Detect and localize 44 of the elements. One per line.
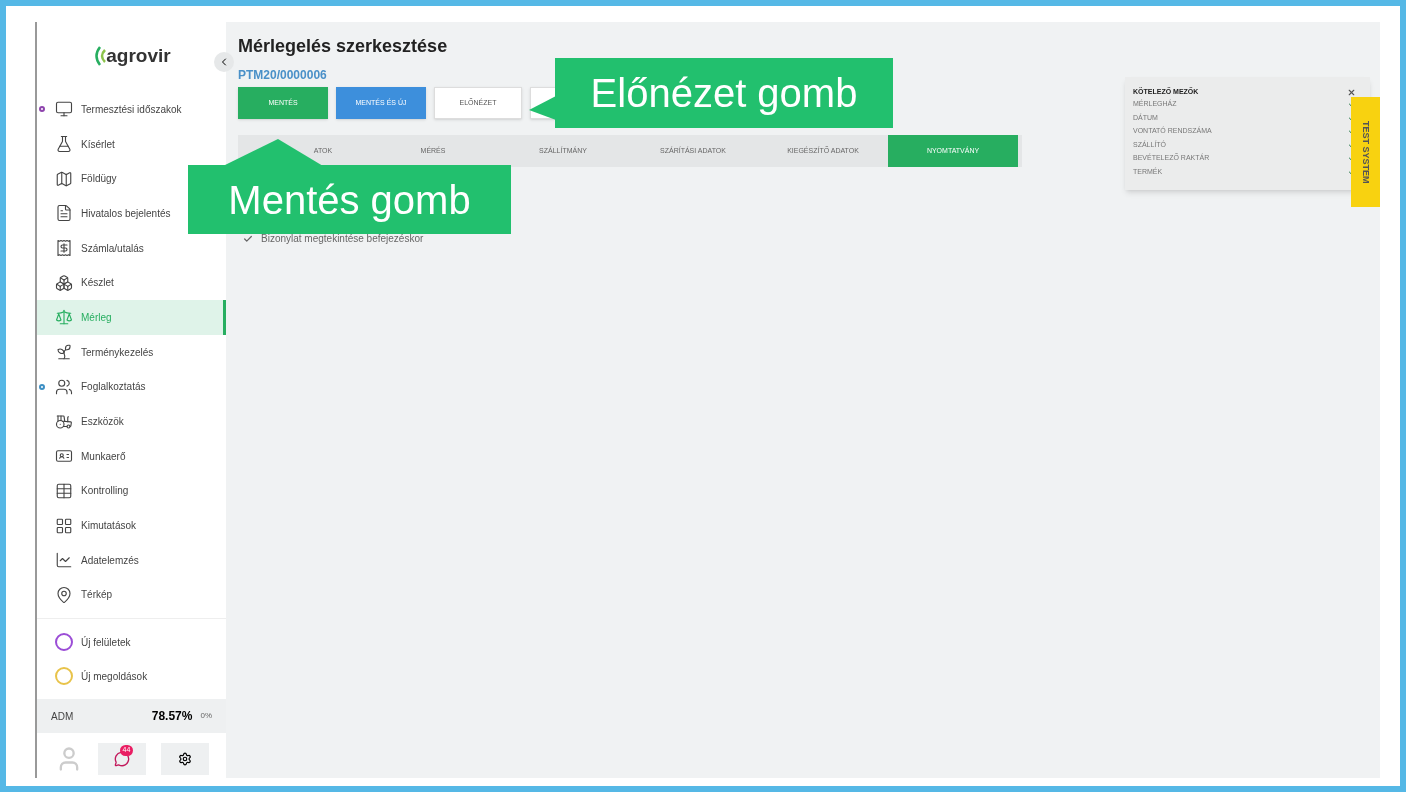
boxes-icon: [55, 273, 73, 292]
scale-icon: [55, 308, 73, 327]
map-icon: [55, 169, 73, 188]
sidebar-item[interactable]: Kimutatások: [37, 508, 137, 543]
people-icon: [55, 377, 73, 396]
sidebar-item[interactable]: Foglalkoztatás: [37, 369, 146, 405]
sidebar-item[interactable]: Új megoldások: [37, 659, 226, 694]
user-name: ADM: [51, 709, 74, 724]
chat-icon: [113, 751, 130, 768]
sidebar-item[interactable]: Adatelemzés: [37, 542, 139, 578]
sidebar-item[interactable]: Eszközök: [37, 404, 124, 439]
percentage-small: 0%: [200, 710, 212, 723]
sidebar-item[interactable]: Készlet: [37, 265, 114, 301]
settings-button[interactable]: [160, 743, 209, 776]
page-title: Mérlegelés szerkesztése: [238, 35, 449, 58]
sidebar-item[interactable]: Számla/utalás: [37, 230, 144, 266]
monitor-icon: [55, 100, 73, 119]
sidebar-item[interactable]: Kontrolling: [37, 473, 129, 509]
logo-swoosh-icon: [92, 45, 107, 67]
sidebar-item[interactable]: Kísérlet: [37, 126, 115, 162]
sidebar-item[interactable]: Földügy: [37, 161, 117, 197]
checkbox[interactable]: [243, 233, 253, 244]
tractor-icon: [55, 412, 73, 431]
sidebar-item[interactable]: Termesztési időszakok: [37, 92, 182, 127]
chart-icon: [55, 551, 73, 570]
document-icon: [55, 204, 73, 223]
sidebar-item[interactable]: Új felületek: [37, 625, 226, 660]
logo: agrovir: [106, 43, 171, 68]
collapse-button[interactable]: [214, 52, 234, 72]
receipt-icon: [55, 239, 73, 258]
sidebar-item[interactable]: Hivatalos bejelentés: [37, 196, 171, 231]
grid-icon: [55, 516, 73, 535]
table-icon: [55, 481, 73, 500]
checkbox-label: Bizonylat megtekintése befejezéskor: [261, 232, 424, 246]
sidebar-item[interactable]: Terménykezelés: [37, 334, 154, 370]
map-pin-icon: [55, 585, 73, 604]
flask-icon: [55, 135, 73, 154]
callout-pointer-icon: [529, 96, 556, 120]
sidebar-item[interactable]: Térkép: [37, 577, 113, 613]
percentage: 78.57%: [151, 708, 193, 726]
settings-icon: [177, 752, 192, 767]
sidebar-item[interactable]: Munkaerő: [37, 438, 126, 474]
close-icon[interactable]: [1347, 87, 1356, 97]
sprout-icon: [55, 343, 73, 362]
